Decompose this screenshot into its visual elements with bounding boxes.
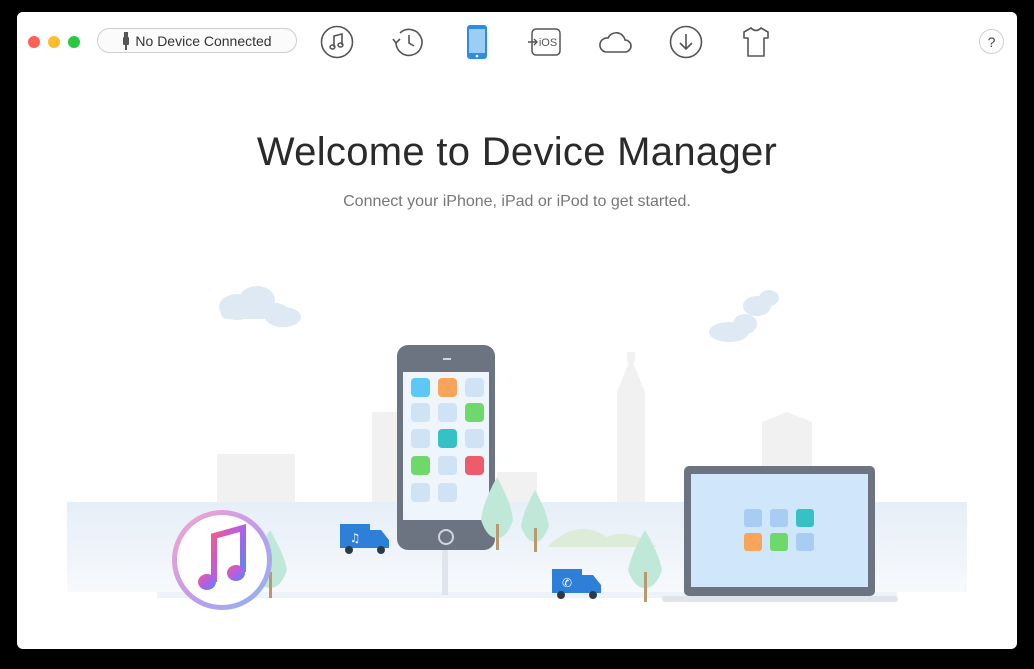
page-title: Welcome to Device Manager [256,130,778,174]
minimize-window-button[interactable] [48,36,60,48]
device-manager-illustration: ♫ ✆ [67,286,967,610]
tshirt-icon[interactable] [738,24,774,60]
to-ios-icon[interactable]: iOS [527,24,563,60]
download-icon[interactable] [668,24,704,60]
svg-text:♫: ♫ [350,531,361,545]
cloud-left [219,286,301,327]
close-window-button[interactable] [28,36,40,48]
page-subtitle: Connect your iPhone, iPad or iPod to get… [343,193,691,210]
music-icon[interactable] [319,24,355,60]
device-status-label: No Device Connected [135,32,272,49]
ios-label: iOS [539,37,557,49]
device-selector[interactable]: No Device Connected [97,28,297,53]
toolbar: No Device Connected iOS ? [17,12,1017,74]
app-window: No Device Connected iOS ? Welcome to Dev… [17,12,1017,649]
cloud-icon[interactable] [597,24,633,60]
device-icon[interactable] [459,24,495,60]
zoom-window-button[interactable] [68,36,80,48]
history-icon[interactable] [390,24,426,60]
help-button[interactable]: ? [979,29,1004,54]
itunes-music-illustration [172,510,272,610]
laptop-illustration [662,466,898,602]
lightning-cable-icon [123,31,130,50]
cloud-right [709,290,779,342]
svg-text:✆: ✆ [562,576,572,590]
